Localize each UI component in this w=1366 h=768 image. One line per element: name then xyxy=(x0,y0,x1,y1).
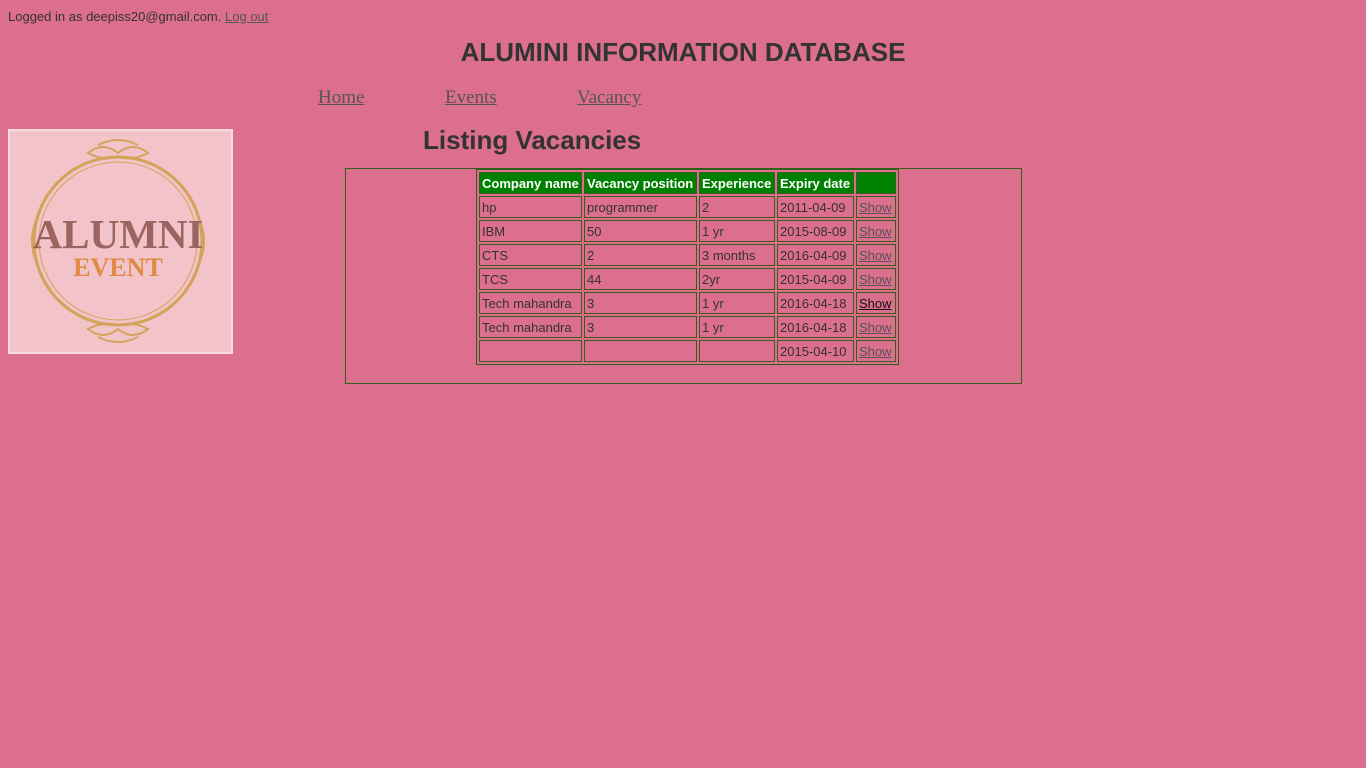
show-link[interactable]: Show xyxy=(859,344,892,359)
cell-experience: 2yr xyxy=(699,268,775,290)
alumni-event-logo-graphic: ALUMNI EVENT xyxy=(31,139,205,343)
cell-expiry: 2016-04-09 xyxy=(777,244,854,266)
cell-company: TCS xyxy=(479,268,582,290)
cell-action: Show xyxy=(856,220,896,242)
table-row: CTS 2 3 months 2016-04-09 Show xyxy=(479,244,896,266)
session-bar: Logged in as deepiss20@gmail.com. Log ou… xyxy=(8,9,268,25)
cell-position: 3 xyxy=(584,316,697,338)
cell-action: Show xyxy=(856,268,896,290)
page-heading: Listing Vacancies xyxy=(423,125,642,155)
table-row: IBM 50 1 yr 2015-08-09 Show xyxy=(479,220,896,242)
table-row: Tech mahandra 3 1 yr 2016-04-18 Show xyxy=(479,316,896,338)
site-title: ALUMINI INFORMATION DATABASE xyxy=(460,37,906,67)
column-header-company: Company name xyxy=(479,172,582,194)
show-link[interactable]: Show xyxy=(859,320,892,335)
vacancies-table: Company name Vacancy position Experience… xyxy=(476,169,899,365)
cell-action: Show xyxy=(856,196,896,218)
logo-sub-text: EVENT xyxy=(73,253,163,282)
table-row: Tech mahandra 3 1 yr 2016-04-18 Show xyxy=(479,292,896,314)
nav-vacancy-link[interactable]: Vacancy xyxy=(577,87,641,109)
cell-action: Show xyxy=(856,316,896,338)
logged-in-text: Logged in as deepiss20@gmail.com. xyxy=(8,9,222,24)
cell-position: 2 xyxy=(584,244,697,266)
table-row: hp programmer 2 2011-04-09 Show xyxy=(479,196,896,218)
cell-experience: 2 xyxy=(699,196,775,218)
cell-expiry: 2016-04-18 xyxy=(777,292,854,314)
logout-link[interactable]: Log out xyxy=(225,9,268,24)
nav-events-link[interactable]: Events xyxy=(445,87,497,109)
show-link[interactable]: Show xyxy=(859,248,892,263)
cell-action: Show xyxy=(856,292,896,314)
cell-experience: 1 yr xyxy=(699,316,775,338)
cell-company: Tech mahandra xyxy=(479,292,582,314)
cell-position: 3 xyxy=(584,292,697,314)
cell-company: Tech mahandra xyxy=(479,316,582,338)
cell-position: 50 xyxy=(584,220,697,242)
cell-company: CTS xyxy=(479,244,582,266)
show-link[interactable]: Show xyxy=(859,272,892,287)
show-link[interactable]: Show xyxy=(859,224,892,239)
logo-main-text: ALUMNI xyxy=(33,211,204,257)
cell-position: 44 xyxy=(584,268,697,290)
cell-action: Show xyxy=(856,244,896,266)
cell-company: IBM xyxy=(479,220,582,242)
cell-company xyxy=(479,340,582,362)
alumni-event-logo: ALUMNI EVENT xyxy=(8,129,233,354)
cell-experience: 1 yr xyxy=(699,220,775,242)
cell-expiry: 2015-04-10 xyxy=(777,340,854,362)
cell-action: Show xyxy=(856,340,896,362)
cell-expiry: 2015-04-09 xyxy=(777,268,854,290)
nav-home-link[interactable]: Home xyxy=(318,87,364,109)
cell-position xyxy=(584,340,697,362)
cell-expiry: 2011-04-09 xyxy=(777,196,854,218)
cell-expiry: 2016-04-18 xyxy=(777,316,854,338)
cell-position: programmer xyxy=(584,196,697,218)
column-header-experience: Experience xyxy=(699,172,775,194)
cell-company: hp xyxy=(479,196,582,218)
cell-expiry: 2015-08-09 xyxy=(777,220,854,242)
show-link[interactable]: Show xyxy=(859,296,892,311)
column-header-position: Vacancy position xyxy=(584,172,697,194)
table-header-row: Company name Vacancy position Experience… xyxy=(479,172,896,194)
cell-experience: 3 months xyxy=(699,244,775,266)
cell-experience: 1 yr xyxy=(699,292,775,314)
cell-experience xyxy=(699,340,775,362)
table-row: TCS 44 2yr 2015-04-09 Show xyxy=(479,268,896,290)
table-row: 2015-04-10 Show xyxy=(479,340,896,362)
column-header-action xyxy=(856,172,896,194)
column-header-expiry: Expiry date xyxy=(777,172,854,194)
show-link[interactable]: Show xyxy=(859,200,892,215)
